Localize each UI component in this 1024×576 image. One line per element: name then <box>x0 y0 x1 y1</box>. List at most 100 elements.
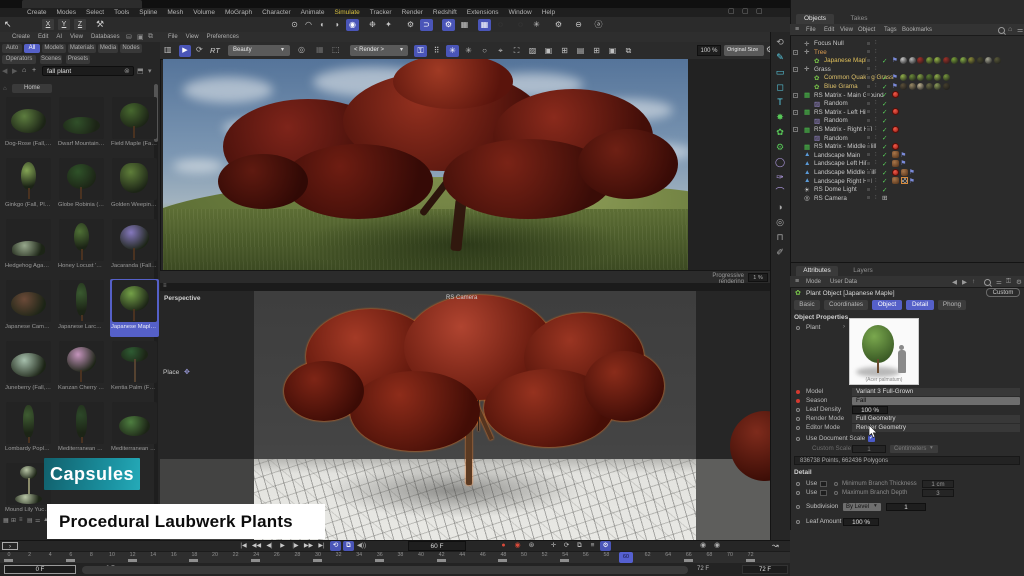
leaf-amount-field[interactable]: 100 % <box>843 518 879 527</box>
layout-monitor-2-icon[interactable]: ▢ <box>742 8 752 16</box>
visibility-dots[interactable]: ∶ <box>875 116 877 123</box>
render-dropdown-arrow-icon[interactable]: ▾ <box>400 46 403 53</box>
sphere-active-icon[interactable]: ◉ <box>346 19 359 31</box>
enable-check-icon[interactable]: ✓ <box>882 160 887 168</box>
layout-monitor-1-icon[interactable]: ▢ <box>728 8 738 16</box>
file-icon[interactable]: ⧉ <box>622 45 635 57</box>
menu-help[interactable]: Help <box>537 9 560 16</box>
snap-b-icon[interactable]: ◐ <box>316 19 329 31</box>
stack-icon[interactable]: ⊞ <box>558 45 571 57</box>
camera-icon[interactable]: ◎ <box>772 216 788 229</box>
material-tag[interactable] <box>985 57 992 64</box>
plant-card[interactable]: Hedgehog Agave (Fall... <box>4 218 53 276</box>
asset-tab-nodes[interactable]: Nodes <box>120 44 142 53</box>
spline-circle-icon[interactable]: ◯ <box>772 156 788 169</box>
coordinate-system-icon[interactable]: ⚒ <box>96 19 104 30</box>
home-icon[interactable]: ⌂ <box>22 67 26 74</box>
plant-card[interactable]: Globe Robinia (Fall, Pl... <box>57 157 106 215</box>
attr-menu-mode[interactable]: Mode <box>806 279 821 285</box>
material-tag[interactable] <box>900 83 907 90</box>
detail-view-icon[interactable]: ▤ <box>27 517 33 524</box>
object-row[interactable]: ▲Landscape Left Hill∶✓⚑ <box>790 159 1024 168</box>
subdivision-surface-icon[interactable]: ✸ <box>772 111 788 124</box>
visibility-dots[interactable]: ∶ <box>875 168 877 175</box>
custom-scale-field[interactable]: 1 <box>852 445 886 454</box>
magnet-icon[interactable]: ⊃ <box>420 19 433 31</box>
tl-sound-icon[interactable]: ◀)) <box>356 541 367 551</box>
autokey-icon[interactable]: ◉ <box>512 541 523 551</box>
object-row[interactable]: ▦RS Matrix - Middle Hill∶✓ <box>790 142 1024 151</box>
text-icon[interactable]: T <box>772 96 788 109</box>
layer-box[interactable] <box>866 101 871 106</box>
plant-card[interactable]: Japanese Larch (Fall, Pl... <box>57 279 106 337</box>
material-tag[interactable] <box>917 74 924 81</box>
plant-card[interactable]: Japanese Camellia (Fal... <box>4 279 53 337</box>
object-name[interactable]: Focus Null <box>814 40 844 47</box>
plant-card[interactable]: Golden Weeping Willo... <box>110 157 159 215</box>
menu-extensions[interactable]: Extensions <box>462 9 504 16</box>
layer-box[interactable] <box>866 152 871 157</box>
plant-card[interactable]: Japanese Maple (Fall, ... <box>110 279 159 337</box>
visibility-dots[interactable]: ∶ <box>875 134 877 141</box>
visibility-dots[interactable]: ∶ <box>875 73 877 80</box>
breadcrumb[interactable]: Home <box>12 84 52 93</box>
plant-card[interactable]: Field Maple (Fall, Plant) <box>110 96 159 154</box>
forward-icon[interactable]: ▶ <box>12 67 17 75</box>
texture-tag-icon[interactable] <box>901 169 908 176</box>
plant-card[interactable]: Ginkgo (Fall, Plant) <box>4 157 53 215</box>
menu-window[interactable]: Window <box>504 9 537 16</box>
enable-check-icon[interactable]: ✓ <box>882 151 887 159</box>
attr-tab-attributes[interactable]: Attributes <box>796 266 838 276</box>
next-frame-icon[interactable]: |▶ <box>290 541 301 551</box>
layers-icon[interactable]: ▣ <box>542 45 555 57</box>
a-circle-icon[interactable]: ⓐ <box>592 19 605 31</box>
object-row[interactable]: ✿Common Quaking Grass∶✓⚑ <box>790 73 1024 82</box>
plant-card[interactable]: Lombardy Poplar (Fall... <box>4 401 53 459</box>
timeline-expand-button[interactable]: › <box>2 542 18 550</box>
texture-tag-icon[interactable] <box>892 177 899 184</box>
minus-circle-icon[interactable]: ⊖ <box>572 19 585 31</box>
menu-volume[interactable]: Volume <box>188 9 220 16</box>
attr-menu-user-data[interactable]: User Data <box>830 279 857 285</box>
object-name[interactable]: Random <box>824 117 848 124</box>
tl-doc-icon[interactable]: ⧉ <box>343 541 354 551</box>
stage-icon[interactable]: ⊓ <box>772 231 788 244</box>
material-tag[interactable] <box>943 57 950 64</box>
volume-icon[interactable]: ◑ <box>772 201 788 214</box>
play-icon[interactable]: ▶ <box>277 541 288 551</box>
object-name[interactable]: Japanese Maple <box>824 57 870 64</box>
material-tag[interactable] <box>934 83 941 90</box>
subdivision-value-field[interactable]: 1 <box>886 503 926 512</box>
asset-tab-auto[interactable]: Auto <box>2 44 22 53</box>
size-dropdown[interactable]: Original Size <box>724 45 764 56</box>
visibility-dots[interactable]: ∶ <box>875 65 877 72</box>
circle-menu-icon[interactable]: ○ <box>478 45 491 57</box>
layer-box[interactable] <box>866 170 871 175</box>
plant-card[interactable]: Kentia Palm (Fall, Plant) <box>110 340 159 398</box>
particles-gear-icon[interactable]: ⚙ <box>552 19 565 31</box>
object-name[interactable]: RS Matrix - Right Hill <box>814 126 872 133</box>
plant-card[interactable]: Dwarf Mountain Pine (... <box>57 96 106 154</box>
enable-check-icon[interactable]: ✓ <box>882 169 887 177</box>
clapper-icon[interactable]: ▥ <box>164 45 172 54</box>
prev-key-icon[interactable]: ◀◀ <box>251 541 262 551</box>
om-menu-view[interactable]: View <box>840 27 853 33</box>
asset-menu-edit[interactable]: Edit <box>34 34 52 40</box>
mode-param-icon[interactable]: ≡ <box>587 541 598 551</box>
solo-a-icon[interactable]: ◉ <box>700 541 706 549</box>
enable-check-icon[interactable]: ✓ <box>882 186 887 194</box>
cube-icon[interactable]: ◻ <box>772 81 788 94</box>
om-menu-edit[interactable]: Edit <box>824 27 834 33</box>
object-name[interactable]: Tree <box>814 49 827 56</box>
selection-tag-icon[interactable] <box>901 177 908 184</box>
plant-card[interactable]: Honey Locust 'Sunbur... <box>57 218 106 276</box>
menu-character[interactable]: Character <box>257 9 296 16</box>
menu-mograph[interactable]: MoGraph <box>220 9 257 16</box>
om-tab-takes[interactable]: Takes <box>840 14 878 24</box>
database-icon[interactable]: ⛁ <box>126 33 132 41</box>
object-row[interactable]: ▲Landscape Right Hill∶✓⚑ <box>790 177 1024 186</box>
enable-check-icon[interactable]: ✓ <box>882 57 887 65</box>
visibility-dots[interactable]: ∶ <box>875 177 877 184</box>
selection-arrow-icon[interactable]: ↖ <box>4 19 12 30</box>
chevron-down-icon[interactable]: ▾ <box>148 67 152 75</box>
